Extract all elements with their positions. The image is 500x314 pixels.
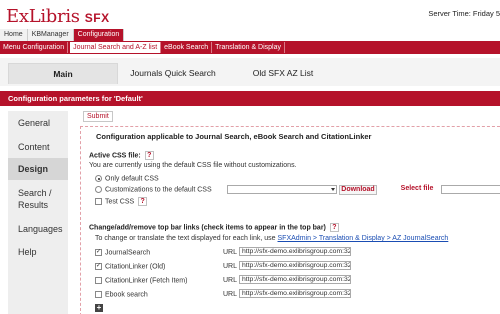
css-file-select[interactable] <box>227 185 337 194</box>
topbar-note-text: To change or translate the text displaye… <box>95 235 276 242</box>
main-content: Submit Configuration applicable to Journ… <box>75 111 500 314</box>
topbar-link-url-input[interactable]: http://sfx-demo.exlibrisgroup.com:3210/s <box>239 289 351 298</box>
css-label: Active CSS file: <box>89 152 141 160</box>
sidebar-item-design[interactable]: Design <box>8 158 68 180</box>
css-checkbox-test[interactable] <box>95 198 102 205</box>
chevron-down-icon <box>331 188 335 191</box>
topbar-link-row: Ebook search <box>95 291 148 298</box>
test-css-help-icon[interactable]: ? <box>138 197 148 206</box>
logo-product-text: SFX <box>84 11 110 25</box>
topbar-link-url-input[interactable]: http://sfx-demo.exlibrisgroup.com:3210/s <box>239 247 351 256</box>
url-label: URL <box>223 263 238 270</box>
url-label: URL <box>223 249 238 256</box>
url-label: URL <box>223 277 238 284</box>
tab-journals-quick-search[interactable]: Journals Quick Search <box>118 63 228 84</box>
css-option-default[interactable]: Only default CSS <box>95 175 159 182</box>
menu-item-menu-configuration[interactable]: Menu Configuration <box>0 42 69 53</box>
breadcrumb-configuration[interactable]: Configuration <box>73 29 125 41</box>
css-description: You are currently using the default CSS … <box>89 162 297 169</box>
menu-item-ebook-search[interactable]: eBook Search <box>161 42 213 53</box>
app-header: ExLibris SFX Server Time: Friday 5 <box>0 0 500 29</box>
css-option-customizations[interactable]: Customizations to the default CSS <box>95 186 212 193</box>
tab-old-sfx-az-list[interactable]: Old SFX AZ List <box>228 63 338 84</box>
breadcrumb: Home KBManager Configuration <box>0 29 125 41</box>
select-file-button[interactable]: Select file <box>399 185 435 195</box>
topbar-link-url-input[interactable]: http://sfx-demo.exlibrisgroup.com:3210/s <box>239 275 351 284</box>
topbar-link-name: Ebook search <box>105 291 148 299</box>
css-label-row: Active CSS file: ? <box>89 151 154 160</box>
submit-button[interactable]: Submit <box>83 111 113 122</box>
translation-display-link[interactable]: SFXAdmin > Translation & Display > AZ Jo… <box>278 235 449 242</box>
css-option-test[interactable]: Test CSS ? <box>95 197 148 206</box>
menu-item-translation-display[interactable]: Translation & Display <box>212 42 286 53</box>
css-option-test-label: Test CSS <box>105 198 135 206</box>
add-link-icon[interactable]: + <box>95 304 103 312</box>
topbar-link-checkbox[interactable] <box>95 277 102 284</box>
css-radio-default[interactable] <box>95 175 102 182</box>
css-help-icon[interactable]: ? <box>144 151 154 160</box>
topbar-link-name: JournalSearch <box>105 249 151 257</box>
logo-main-text: ExLibris <box>6 6 80 27</box>
topbar-note: To change or translate the text displaye… <box>95 235 448 242</box>
topbar-link-row: CitationLinker (Fetch Item) <box>95 277 187 284</box>
topbar-link-name: CitationLinker (Fetch Item) <box>105 277 188 285</box>
topbar-link-checkbox[interactable] <box>95 249 102 256</box>
breadcrumb-home[interactable]: Home <box>0 29 28 41</box>
sidebar-item-results[interactable]: Results <box>8 199 68 211</box>
topbar-help-icon[interactable]: ? <box>329 223 339 232</box>
sidebar-item-search[interactable]: Search / <box>8 187 68 199</box>
section-title: Configuration parameters for 'Default' <box>0 91 500 106</box>
url-label: URL <box>223 291 238 298</box>
css-option-default-label: Only default CSS <box>105 175 159 183</box>
config-menu-bar: Menu Configuration Journal Search and A-… <box>0 41 500 54</box>
sidebar: General Content Design Search / Results … <box>8 111 68 314</box>
panel-title: Configuration applicable to Journal Sear… <box>96 132 372 141</box>
topbar-link-name: CitationLinker (Old) <box>105 263 166 271</box>
sidebar-item-content[interactable]: Content <box>8 141 68 155</box>
server-time: Server Time: Friday 5 <box>428 9 500 18</box>
breadcrumb-kbmanager[interactable]: KBManager <box>27 29 74 41</box>
css-option-customizations-label: Customizations to the default CSS <box>105 186 212 194</box>
main-tabs: Main Journals Quick Search Old SFX AZ Li… <box>0 58 500 86</box>
sidebar-item-general[interactable]: General <box>8 117 68 131</box>
select-file-input[interactable] <box>441 185 500 194</box>
topbar-link-url-input[interactable]: http://sfx-demo.exlibrisgroup.com:3210/s <box>239 261 351 270</box>
topbar-label-row: Change/add/remove top bar links (check i… <box>89 223 339 232</box>
exlibris-logo[interactable]: ExLibris SFX <box>6 6 110 27</box>
css-radio-customizations[interactable] <box>95 186 102 193</box>
topbar-link-checkbox[interactable] <box>95 291 102 298</box>
topbar-link-row: JournalSearch <box>95 249 150 256</box>
design-panel: Configuration applicable to Journal Sear… <box>80 126 500 314</box>
topbar-link-row: CitationLinker (Old) <box>95 263 165 270</box>
topbar-label: Change/add/remove top bar links (check i… <box>89 224 326 232</box>
tab-main[interactable]: Main <box>8 63 118 84</box>
sidebar-item-help[interactable]: Help <box>8 246 68 260</box>
download-button[interactable]: Download <box>339 185 377 195</box>
sidebar-item-languages[interactable]: Languages <box>8 223 68 237</box>
menu-item-journal-search[interactable]: Journal Search and A-Z list <box>70 42 162 53</box>
topbar-link-checkbox[interactable] <box>95 263 102 270</box>
